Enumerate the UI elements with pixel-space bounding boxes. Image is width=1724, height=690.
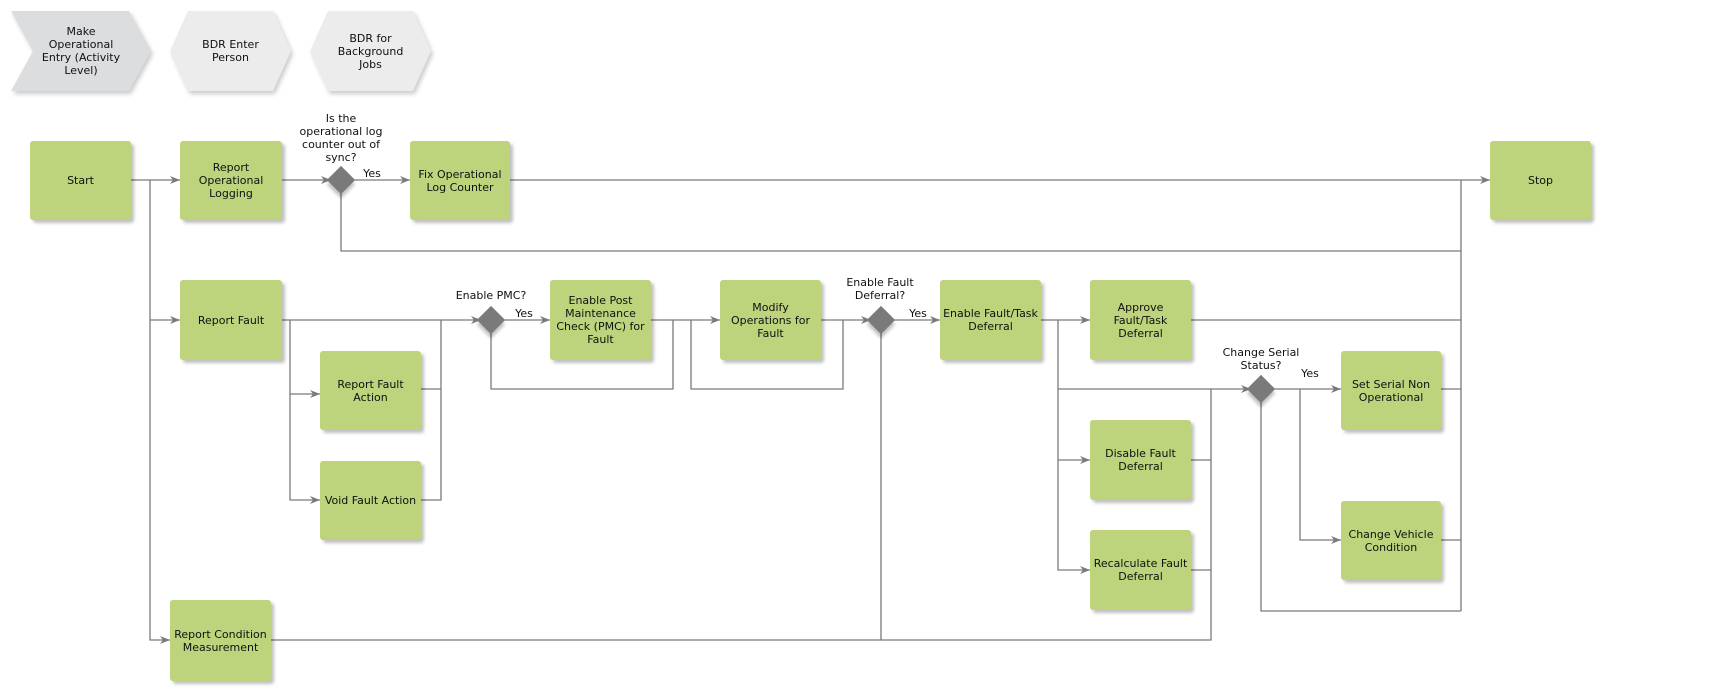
task-label: Report Fault Action — [337, 377, 404, 404]
task-set-serial-non-operational[interactable]: Set Serial Non Operational — [1341, 351, 1441, 430]
process-label: BDR Enter Person — [202, 38, 259, 64]
gateway-question: Enable PMC? — [455, 289, 527, 302]
process-bdr-background-jobs[interactable]: BDR for Background Jobs — [310, 11, 431, 91]
yes-label: Yes — [363, 167, 381, 180]
task-disable-fault-deferral[interactable]: Disable Fault Deferral — [1090, 420, 1191, 500]
task-approve-fault-task-deferral[interactable]: Approve Fault/Task Deferral — [1090, 280, 1191, 360]
process-label: BDR for Background Jobs — [337, 31, 404, 71]
task-report-condition-measurement[interactable]: Report Condition Measurement — [170, 600, 271, 681]
task-label: Start — [67, 174, 94, 187]
connector-line — [289, 320, 320, 504]
task-label: Stop — [1527, 174, 1553, 187]
task-label: Modify Operations for Fault — [730, 300, 811, 340]
task-label: Set Serial Non Operational — [1351, 377, 1431, 404]
task-label: Recalculate Fault Deferral — [1093, 557, 1188, 583]
task-label: Report Fault — [197, 313, 265, 327]
gateway-question: Is the operational log counter out of sy… — [299, 112, 383, 164]
task-recalculate-fault-deferral[interactable]: Recalculate Fault Deferral — [1090, 530, 1191, 610]
task-label: Void Fault Action — [324, 494, 417, 507]
task-void-fault-action[interactable]: Void Fault Action — [320, 461, 421, 540]
yes-label: Yes — [909, 307, 927, 320]
task-label: Enable Post Maintenance Check (PMC) for … — [556, 294, 645, 346]
task-report-fault[interactable]: Report Fault — [180, 280, 282, 360]
task-label: Fix Operational Log Counter — [418, 167, 502, 194]
connector-line — [149, 180, 170, 644]
task-modify-operations[interactable]: Modify Operations for Fault — [720, 280, 821, 360]
task-label: Disable Fault Deferral — [1105, 447, 1176, 473]
task-label: Approve Fault/Task Deferral — [1113, 300, 1168, 340]
process-make-operational-entry[interactable]: Make Operational Entry (Activity Level) — [11, 11, 151, 91]
task-label: Enable Fault/Task Deferral — [943, 307, 1038, 333]
task-label: Report Condition Measurement — [174, 627, 267, 654]
task-start[interactable]: Start — [30, 141, 131, 220]
yes-label: Yes — [515, 307, 533, 320]
task-enable-pmc[interactable]: Enable Post Maintenance Check (PMC) for … — [550, 280, 651, 360]
task-report-operational-logging[interactable]: Report Operational Logging — [180, 141, 282, 220]
connector-line — [1299, 389, 1341, 544]
gateway-question: Change Serial Status? — [1222, 346, 1300, 372]
task-label: Report Operational Logging — [198, 161, 264, 200]
task-stop[interactable]: Stop — [1490, 141, 1591, 220]
task-change-vehicle-condition[interactable]: Change Vehicle Condition — [1341, 501, 1441, 580]
yes-label: Yes — [1301, 367, 1319, 380]
connector-line — [421, 320, 442, 501]
task-report-fault-action[interactable]: Report Fault Action — [320, 351, 421, 430]
process-bdr-enter-person[interactable]: BDR Enter Person — [170, 11, 291, 91]
gateway-question: Enable Fault Deferral? — [846, 276, 914, 302]
task-fix-operational-log-counter[interactable]: Fix Operational Log Counter — [410, 141, 510, 220]
connector-line — [1057, 320, 1090, 574]
task-enable-fault-task-deferral[interactable]: Enable Fault/Task Deferral — [940, 280, 1041, 360]
process-label: Make Operational Entry (Activity Level) — [41, 25, 121, 77]
task-label: Change Vehicle Condition — [1348, 527, 1434, 554]
